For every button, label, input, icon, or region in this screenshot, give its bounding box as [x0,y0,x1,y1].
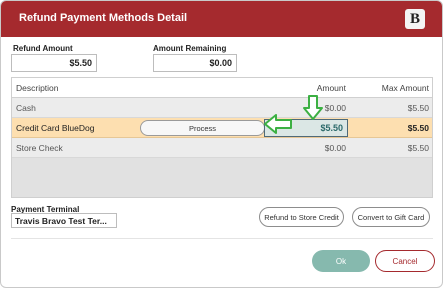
dialog-title-bar: Refund Payment Methods Detail B [1,1,442,37]
amount-remaining-label: Amount Remaining [153,44,227,53]
convert-to-gift-card-button[interactable]: Convert to Gift Card [352,207,430,227]
row-description: Cash [16,102,36,113]
row-description: Credit Card BlueDog [16,122,95,133]
amount-remaining-field[interactable]: $0.00 [153,54,237,72]
table-row-cash[interactable]: Cash $0.00 $5.50 [12,98,432,118]
refund-to-store-credit-button[interactable]: Refund to Store Credit [259,207,344,227]
cancel-button[interactable]: Cancel [375,250,435,272]
payment-methods-table: Description Amount Max Amount Cash $0.00… [11,77,433,198]
down-arrow-annotation-icon [303,95,323,120]
footer-divider [11,238,433,239]
refund-payment-methods-dialog: Refund Payment Methods Detail B Refund A… [0,0,443,288]
b-logo-icon: B [405,9,425,29]
table-row-store-check[interactable]: Store Check $0.00 $5.50 [12,138,432,158]
row-max-amount: $5.50 [407,122,429,133]
process-button[interactable]: Process [140,120,265,136]
row-amount: $0.00 [324,142,346,153]
payment-terminal-select[interactable]: Travis Bravo Test Ter... [11,213,117,228]
refund-amount-field[interactable]: $5.50 [11,54,97,72]
row-description: Store Check [16,142,63,153]
table-row-credit-card-bluedog[interactable]: Credit Card BlueDog Process $5.50 $5.50 [12,118,432,138]
dialog-title: Refund Payment Methods Detail [19,12,188,24]
ok-button[interactable]: Ok [312,250,370,272]
header-description: Description [16,82,59,93]
refund-amount-label: Refund Amount [13,44,73,53]
row-max-amount: $5.50 [407,102,429,113]
table-header-row: Description Amount Max Amount [12,78,432,98]
left-arrow-annotation-icon [264,114,292,134]
row-max-amount: $5.50 [407,142,429,153]
header-max-amount: Max Amount [381,82,429,93]
logo-letter: B [409,10,420,27]
